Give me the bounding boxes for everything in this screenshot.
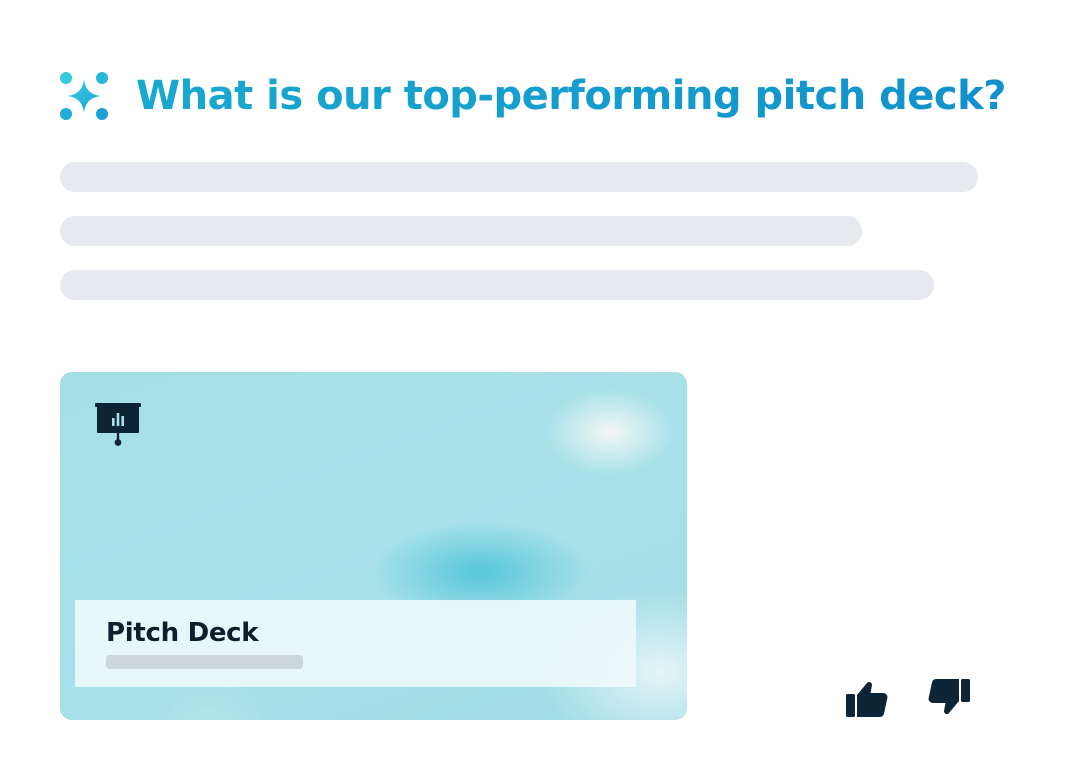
thumbs-down-button[interactable] <box>925 674 973 722</box>
answer-skeleton-line <box>60 216 862 246</box>
pitch-deck-card[interactable]: Pitch Deck <box>60 372 687 720</box>
thumbs-down-icon <box>928 679 970 715</box>
thumbs-up-button[interactable] <box>843 674 891 722</box>
deck-subtitle-placeholder <box>106 655 303 669</box>
answer-skeleton-line <box>60 162 978 192</box>
question-text: What is our top-performing pitch deck? <box>136 73 1006 119</box>
answer-skeleton-line <box>60 270 934 300</box>
sparkle-icon <box>60 72 108 120</box>
deck-title: Pitch Deck <box>106 618 259 648</box>
thumbs-up-icon <box>846 681 888 717</box>
question-header: What is our top-performing pitch deck? <box>58 64 1006 128</box>
presentation-board-icon <box>95 403 141 446</box>
deck-label-box: Pitch Deck <box>75 600 636 687</box>
